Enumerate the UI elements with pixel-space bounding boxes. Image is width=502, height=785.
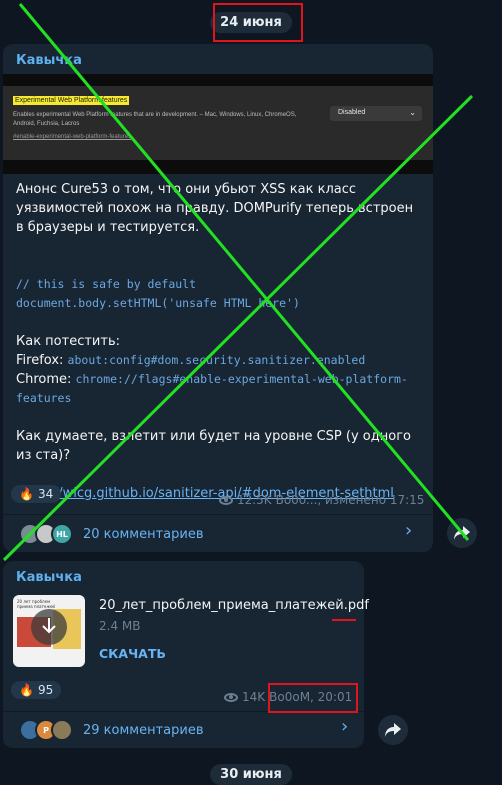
comments-row[interactable]: HL 20 комментариев xyxy=(19,521,204,547)
author-time: Bo0o..., изменено 17:15 xyxy=(275,493,425,507)
sender-name[interactable]: Кавычка xyxy=(16,570,82,585)
views-count: 14K xyxy=(242,690,266,704)
download-arrow-icon[interactable] xyxy=(31,609,67,645)
code-comment: // this is safe by default xyxy=(16,277,197,291)
preview-image[interactable]: Experimental Web Platform features Enabl… xyxy=(3,74,433,174)
document-name[interactable]: 20_лет_проблем_приема_платежей.pdf xyxy=(99,598,369,613)
fire-icon: 🔥 xyxy=(19,487,34,501)
share-icon xyxy=(454,526,470,540)
preview-flag-select: Disabled ⌄ xyxy=(330,106,422,121)
preview-flag-title: Experimental Web Platform features xyxy=(13,96,130,105)
highlight-underline-pdf xyxy=(332,619,356,621)
views-count: 12.5K xyxy=(237,493,272,507)
comments-row[interactable]: P 29 комментариев xyxy=(19,717,204,743)
question-text: Как думаете, взлетит или будет на уровне… xyxy=(16,429,411,463)
date-separator-bottom: 30 июня xyxy=(210,764,292,785)
message-meta: 12.5K Bo0o..., изменено 17:15 xyxy=(219,493,424,507)
comments-count[interactable]: 29 комментариев xyxy=(83,723,204,738)
document-size: 2.4 MB xyxy=(99,619,141,633)
chevron-right-icon[interactable]: › xyxy=(341,716,348,737)
eye-icon xyxy=(224,692,238,702)
firefox-label: Firefox: xyxy=(16,353,68,368)
reaction-fire[interactable]: 🔥 95 xyxy=(11,681,62,699)
share-icon xyxy=(385,723,401,737)
highlight-box-date xyxy=(213,3,303,42)
firefox-value[interactable]: about:config#dom.security.sanitizer.enab… xyxy=(68,353,366,367)
share-button[interactable] xyxy=(378,715,408,745)
date-label: 30 июня xyxy=(220,767,282,782)
fire-icon: 🔥 xyxy=(19,683,34,697)
message-bubble-2: Кавычка 20 лет проблем приема платежей 2… xyxy=(3,561,369,748)
how-to-test: Как потестить: xyxy=(16,334,120,349)
eye-icon xyxy=(219,495,233,505)
comments-count[interactable]: 20 комментариев xyxy=(83,527,204,542)
sender-name[interactable]: Кавычка xyxy=(16,53,82,68)
preview-flag-desc: Enables experimental Web Platform featur… xyxy=(13,112,297,127)
chevron-right-icon[interactable]: › xyxy=(405,520,412,541)
chevron-down-icon: ⌄ xyxy=(409,108,416,117)
avatar: HL xyxy=(51,523,73,545)
message-paragraph: Анонс Cure53 о том, что они убьют XSS ка… xyxy=(16,182,414,235)
message-bubble-1: Кавычка Experimental Web Platform featur… xyxy=(3,44,433,552)
reaction-count: 34 xyxy=(37,487,54,501)
code-line: document.body.setHTML('unsafe HTML here'… xyxy=(16,296,300,310)
preview-select-value: Disabled xyxy=(338,109,366,116)
chrome-value[interactable]: chrome://flags#enable-experimental-web-p… xyxy=(16,372,408,405)
document-thumbnail[interactable]: 20 лет проблем приема платежей xyxy=(13,595,85,667)
reaction-fire[interactable]: 🔥 34 xyxy=(11,485,62,503)
avatar xyxy=(51,719,73,741)
download-button[interactable]: СКАЧАТЬ xyxy=(99,646,166,661)
preview-flag-link: #enable-experimental-web-platform-featur… xyxy=(13,134,132,140)
reaction-count: 95 xyxy=(37,683,54,697)
share-button[interactable] xyxy=(447,518,477,548)
thumb-title: 20 лет проблем приема платежей xyxy=(17,599,56,609)
message-text: Анонс Cure53 о том, что они убьют XSS ка… xyxy=(16,180,421,503)
divider xyxy=(3,514,433,515)
highlight-box-meta xyxy=(268,683,358,713)
chrome-label: Chrome: xyxy=(16,372,76,387)
